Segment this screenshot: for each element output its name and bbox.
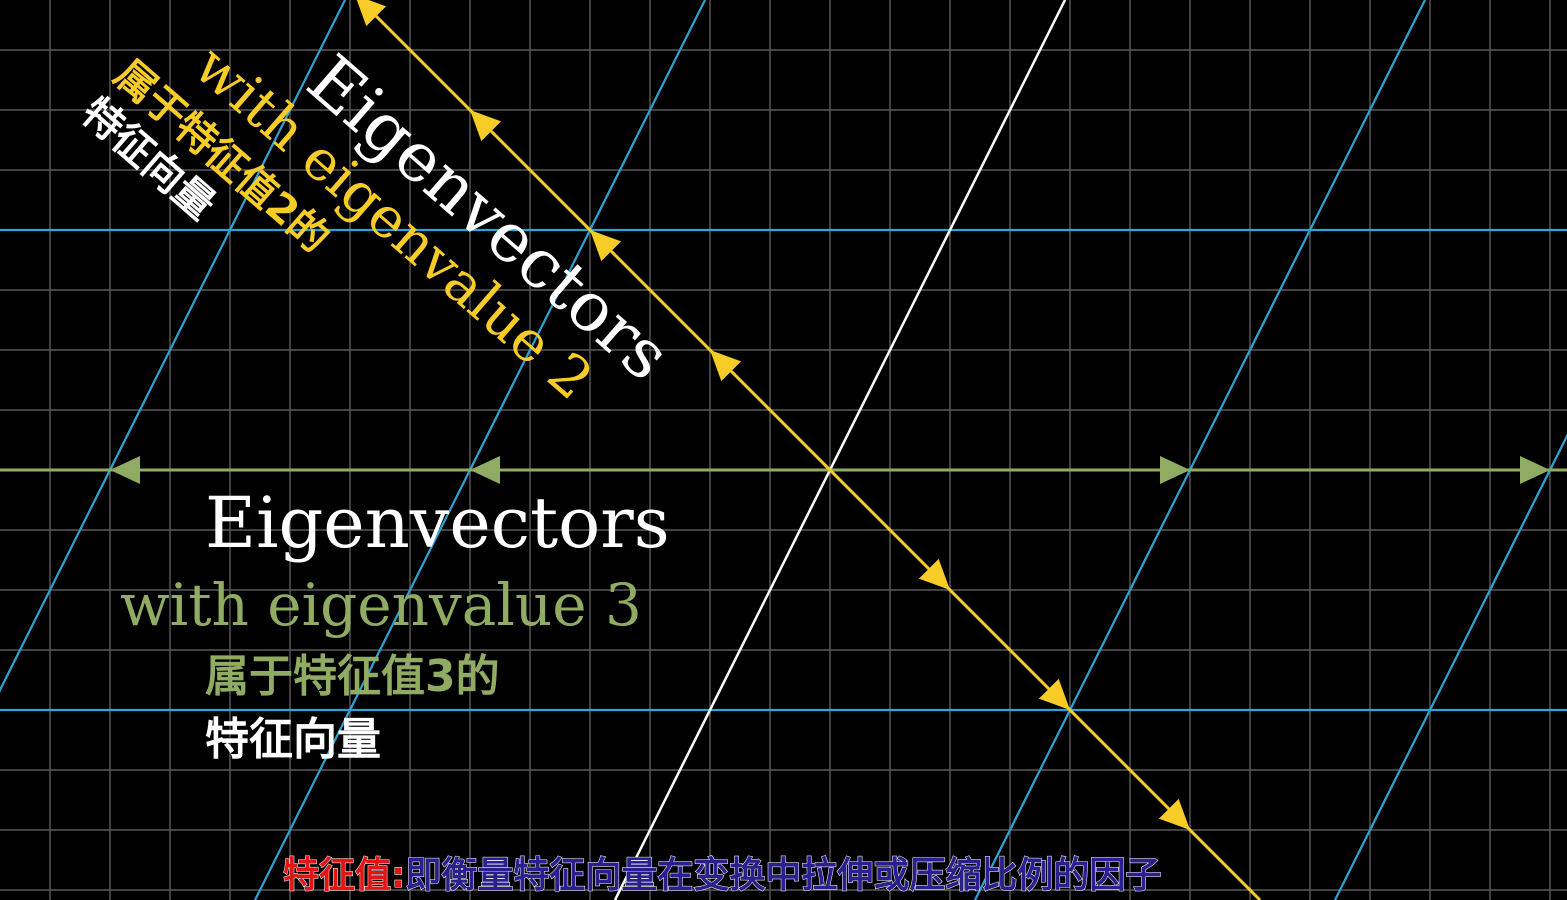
eigenvalue-2-diagonal-line [358, 0, 1262, 900]
video-frame: Eigenvectors with eigenvalue 3 属于特征值3的 特… [0, 0, 1567, 900]
eigenvalue-3-subtitle: with eigenvalue 3 [120, 571, 642, 639]
eigenvalue-3-chinese-line2: 特征向量 [205, 714, 381, 765]
caption-bar: 特征值:即衡量特征向量在变换中拉伸或压缩比例的因子 [282, 855, 1162, 897]
transformed-y-axis [613, 0, 1067, 900]
eigenvalue-3-span-line [0, 456, 1567, 484]
transformed-grid-slanted [974, 0, 1426, 900]
triangle-arrow-icon [355, 0, 387, 27]
caption-text: 即衡量特征向量在变换中拉伸或压缩比例的因子 [405, 855, 1162, 897]
transformed-grid [0, 0, 1567, 900]
eigenvalue-3-chinese-line1: 属于特征值3的 [205, 651, 500, 702]
eigenvalue-2-span-line [355, 0, 1262, 900]
caption-label: 特征值: [282, 855, 406, 897]
eigenvalue-3-title: Eigenvectors [205, 482, 670, 564]
transformed-y-axis-line [613, 0, 1067, 900]
linear-transformation-plot [0, 0, 1567, 900]
background-grid [0, 0, 1567, 900]
